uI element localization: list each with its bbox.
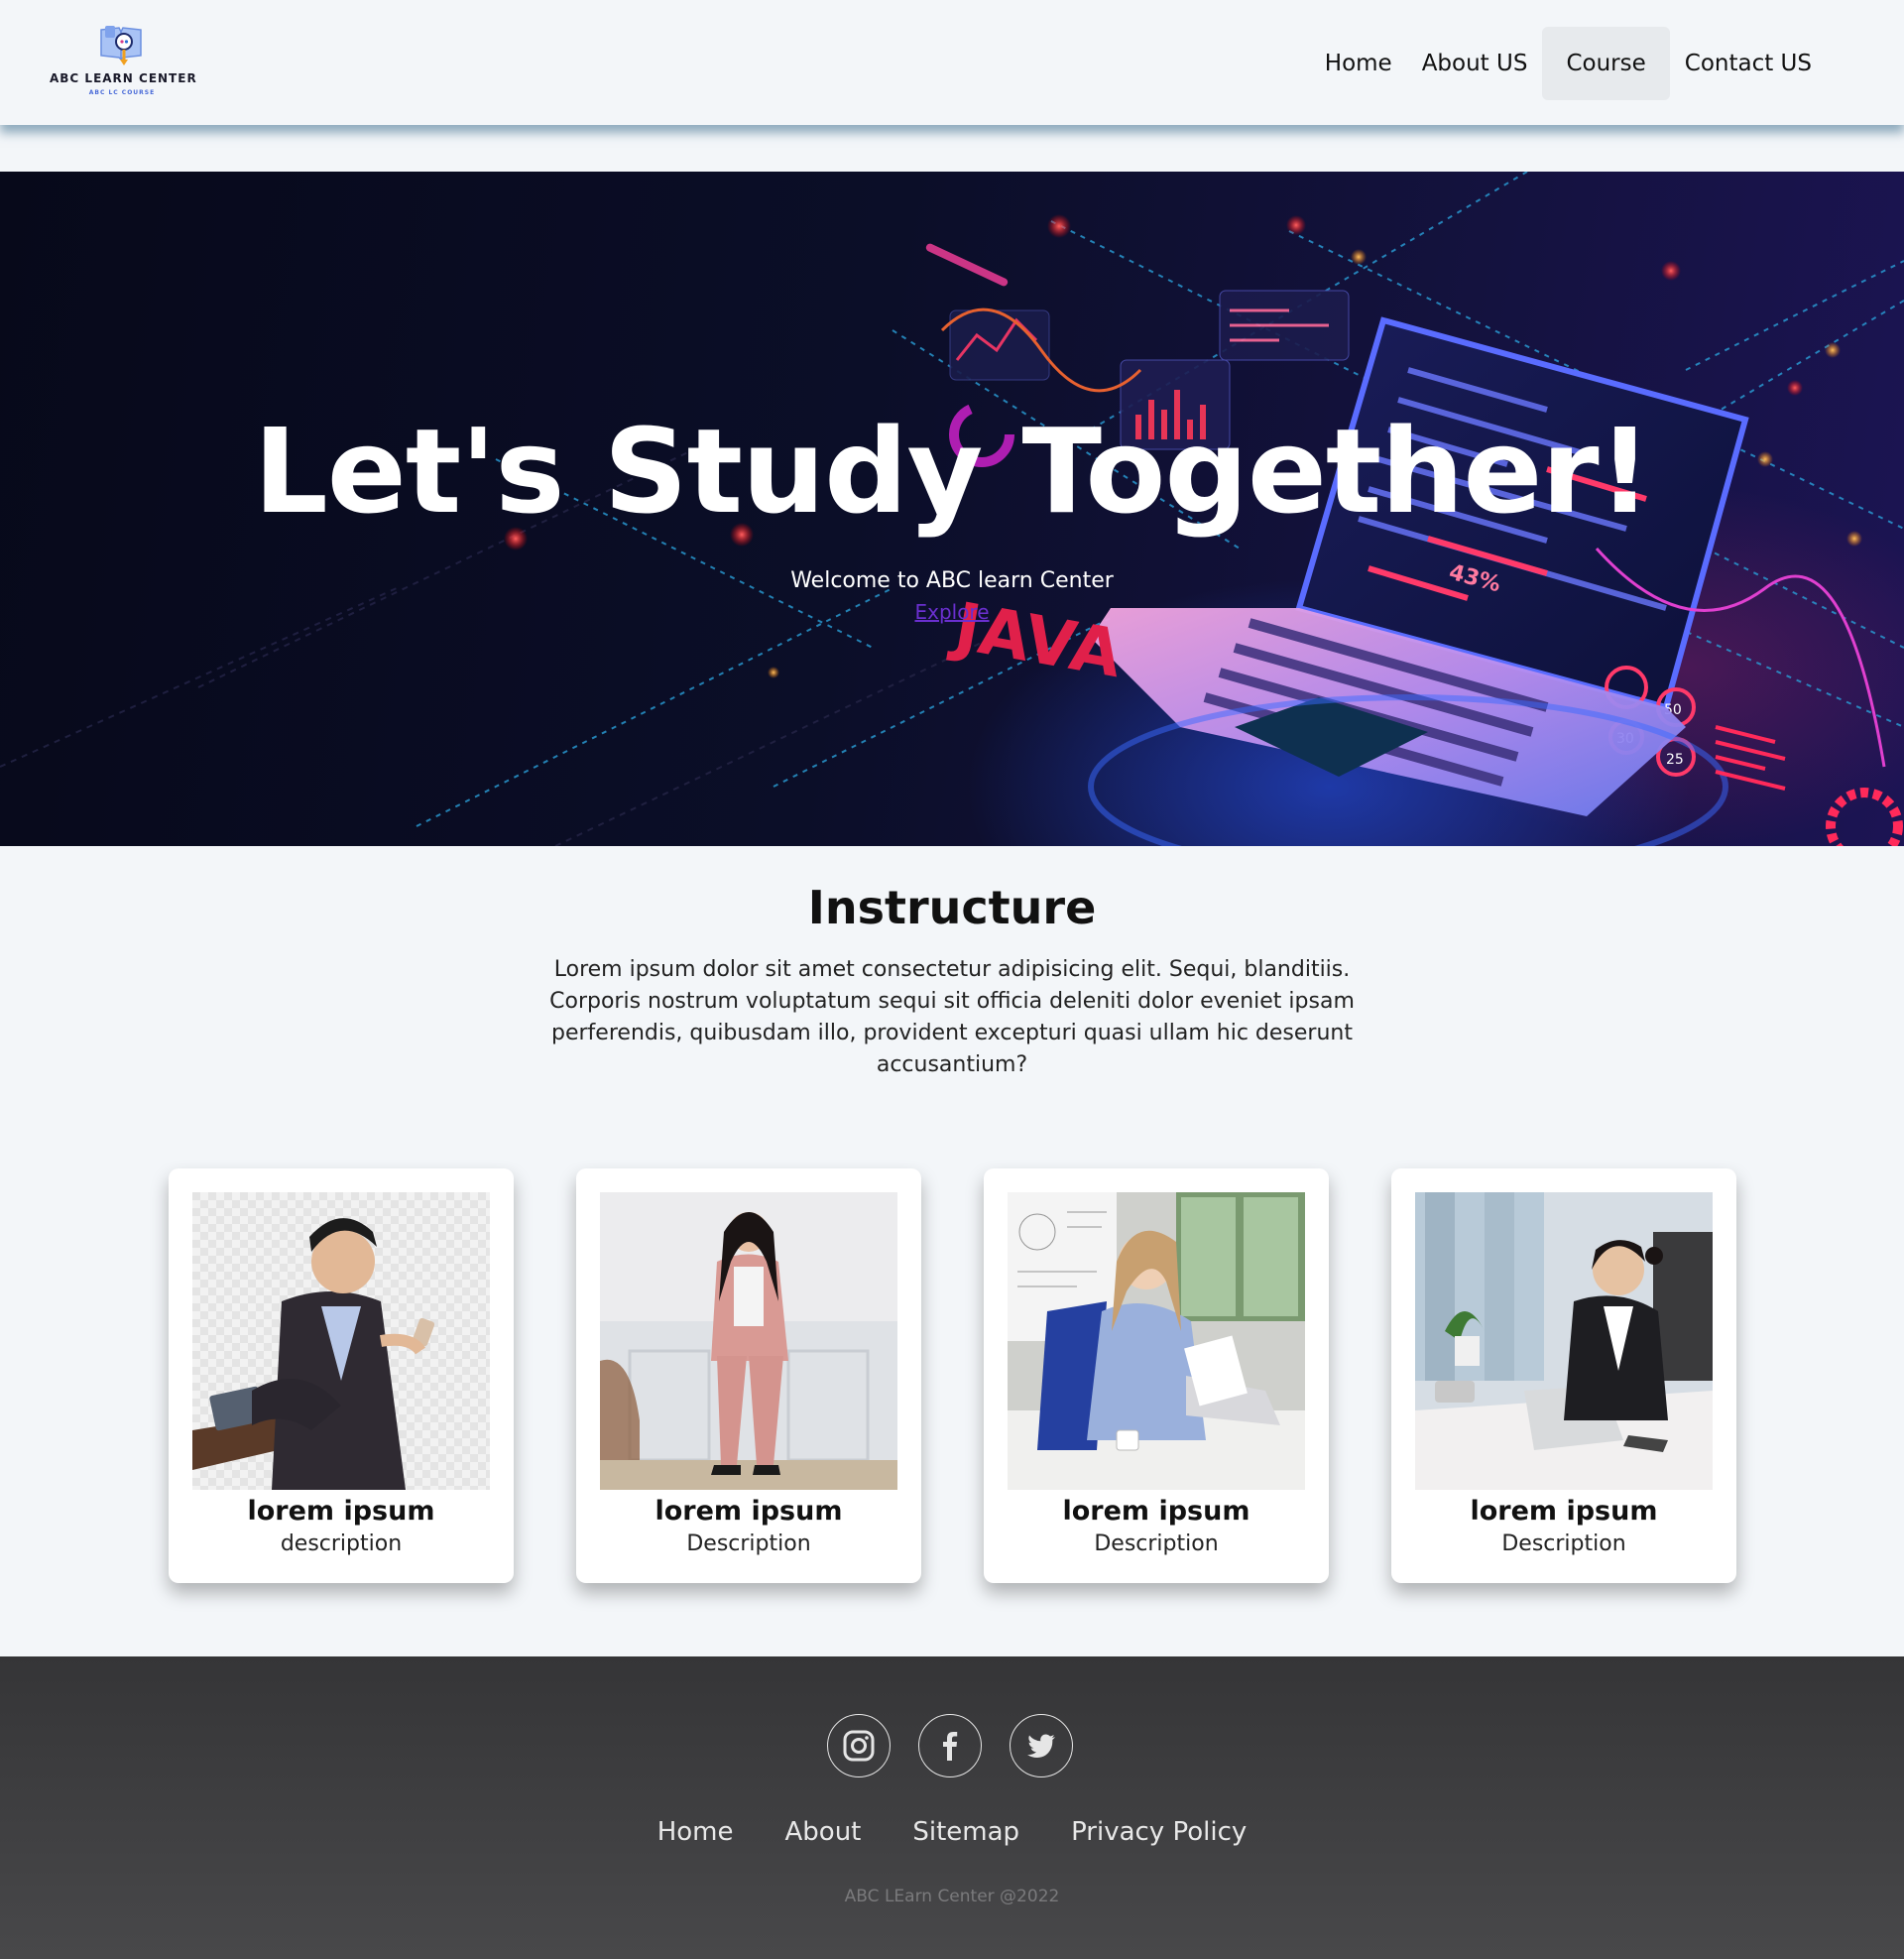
hero-subtitle: Welcome to ABC learn Center bbox=[790, 568, 1114, 593]
footer-link-sitemap[interactable]: Sitemap bbox=[912, 1817, 1019, 1847]
card-title: lorem ipsum bbox=[1470, 1496, 1658, 1527]
card-description: Description bbox=[686, 1531, 811, 1556]
logo-subtitle: ABC LC COURSE bbox=[88, 89, 156, 96]
twitter-button[interactable] bbox=[1010, 1714, 1073, 1777]
instructor-photo bbox=[192, 1192, 490, 1490]
footer-link-home[interactable]: Home bbox=[657, 1817, 734, 1847]
instructor-card[interactable]: lorem ipsum Description bbox=[576, 1168, 921, 1583]
footer-link-about[interactable]: About bbox=[785, 1817, 862, 1847]
hero-art-gauge-25: 25 bbox=[1666, 752, 1684, 768]
instructor-card[interactable]: lorem ipsum Description bbox=[984, 1168, 1329, 1583]
explore-link[interactable]: Explore bbox=[912, 600, 992, 624]
card-title: lorem ipsum bbox=[1062, 1496, 1250, 1527]
nav-about-us[interactable]: About US bbox=[1407, 26, 1543, 101]
copyright-text: ABC LEarn Center @2022 bbox=[844, 1887, 1060, 1906]
site-logo[interactable]: ABC LEARN CENTER ABC LC COURSE bbox=[50, 22, 197, 101]
instructor-photo bbox=[1008, 1192, 1305, 1490]
twitter-icon bbox=[1027, 1734, 1055, 1758]
hero-banner: 43% 50 25 30 JAVA Let's Study Togethe bbox=[0, 172, 1904, 846]
nav-course[interactable]: Course bbox=[1542, 27, 1670, 100]
instagram-button[interactable] bbox=[827, 1714, 891, 1777]
card-title: lorem ipsum bbox=[654, 1496, 843, 1527]
card-title: lorem ipsum bbox=[247, 1496, 435, 1527]
site-header: ABC LEARN CENTER ABC LC COURSE Home Abou… bbox=[0, 0, 1904, 125]
footer-link-privacy-policy[interactable]: Privacy Policy bbox=[1071, 1817, 1247, 1847]
hero-title: Let's Study Together! bbox=[253, 403, 1652, 540]
instructor-card[interactable]: lorem ipsum description bbox=[169, 1168, 514, 1583]
facebook-icon bbox=[943, 1732, 958, 1761]
instagram-icon bbox=[843, 1730, 875, 1762]
instructor-cards: lorem ipsum description lorem ipsum Desc… bbox=[169, 1168, 1736, 1583]
section-description: Lorem ipsum dolor sit amet consectetur a… bbox=[549, 957, 1355, 1077]
instructor-card[interactable]: lorem ipsum Description bbox=[1391, 1168, 1736, 1583]
logo-title: ABC LEARN CENTER bbox=[50, 71, 197, 85]
footer-nav: Home About Sitemap Privacy Policy bbox=[0, 1817, 1904, 1847]
facebook-button[interactable] bbox=[918, 1714, 982, 1777]
section-title: Instructure bbox=[807, 881, 1097, 934]
card-description: Description bbox=[1501, 1531, 1626, 1556]
main-nav: Home About US Course Contact US bbox=[1310, 26, 1827, 101]
book-magnifier-icon bbox=[100, 26, 142, 65]
instructor-photo bbox=[600, 1192, 897, 1490]
card-description: description bbox=[280, 1531, 403, 1556]
social-links bbox=[827, 1714, 1101, 1777]
card-description: Description bbox=[1094, 1531, 1219, 1556]
nav-contact-us[interactable]: Contact US bbox=[1670, 26, 1827, 101]
site-footer: Home About Sitemap Privacy Policy ABC LE… bbox=[0, 1656, 1904, 1959]
nav-home[interactable]: Home bbox=[1310, 26, 1407, 101]
instructor-photo bbox=[1415, 1192, 1713, 1490]
